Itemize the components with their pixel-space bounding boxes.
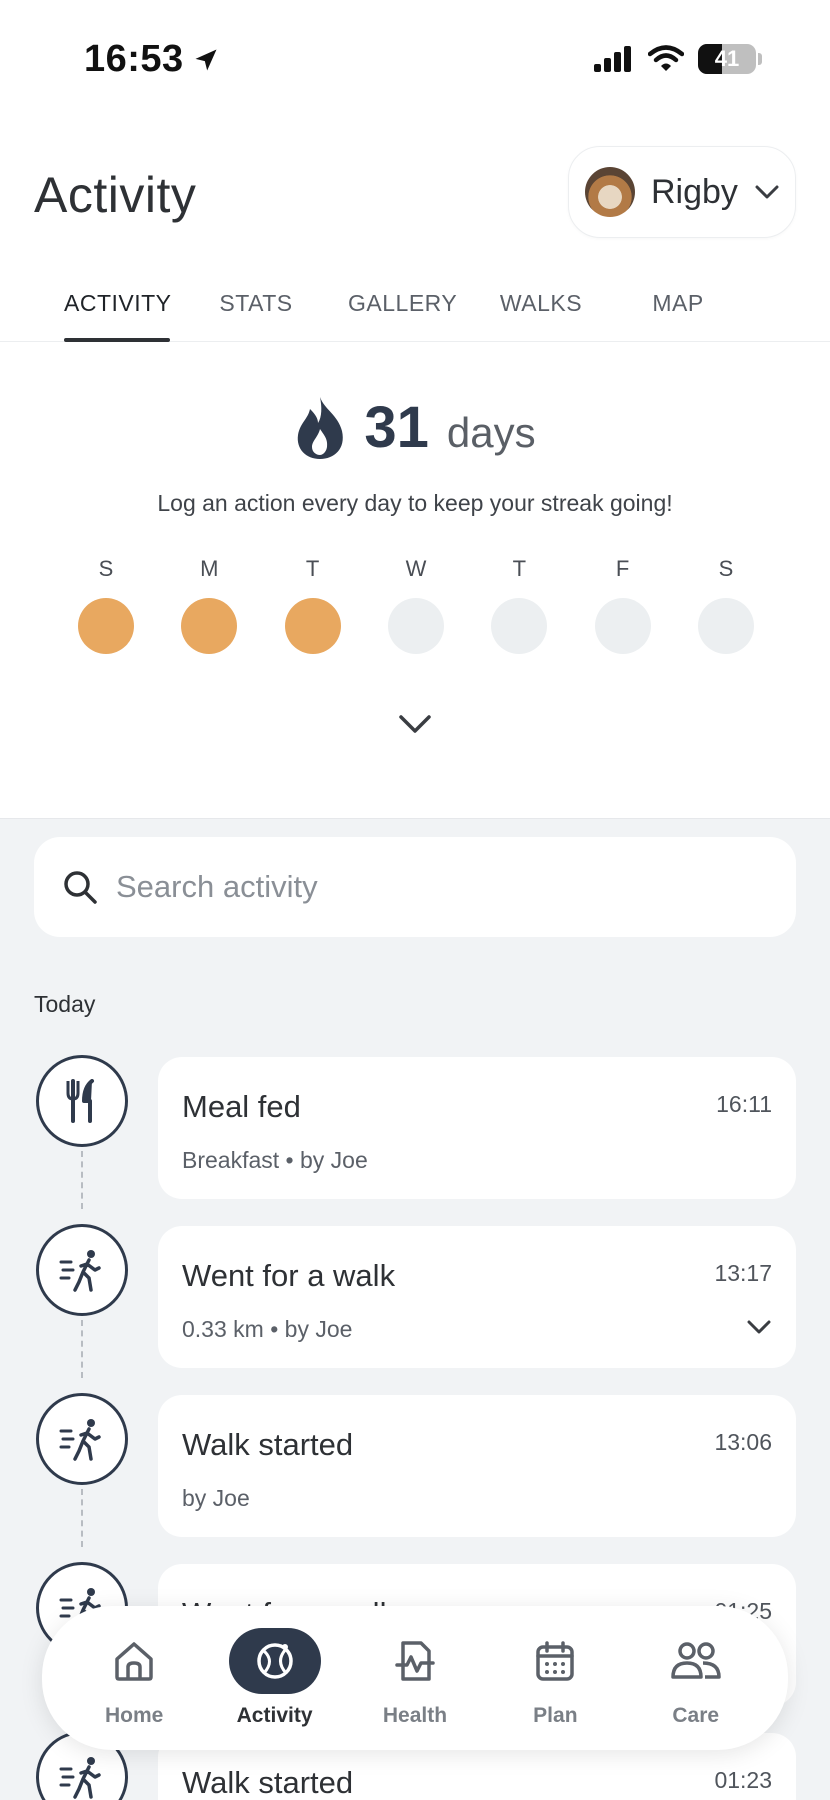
people-icon [650, 1628, 742, 1694]
card-time: 13:17 [714, 1260, 772, 1286]
status-time: 16:53 [84, 38, 220, 81]
tab-map[interactable]: MAP [638, 282, 718, 342]
nav-label: Care [672, 1704, 720, 1727]
status-indicators: 41 [594, 44, 762, 74]
section-label-today: Today [34, 991, 96, 1017]
tab-gallery[interactable]: GALLERY [348, 282, 457, 342]
timeline-item: Went for a walk 13:17 0.33 km • by Joe [0, 1224, 830, 1378]
search-icon [64, 871, 97, 904]
card-title: Walk started [182, 1427, 354, 1462]
wifi-icon [648, 45, 684, 71]
nav-label: Home [105, 1704, 164, 1727]
activity-card[interactable]: Meal fed 16:11 Breakfast • by Joe [158, 1057, 796, 1199]
tab-walks[interactable]: WALKS [496, 282, 586, 342]
day-dot-complete [78, 598, 134, 654]
timeline-connector [81, 1151, 83, 1209]
pet-selector[interactable]: Rigby [568, 146, 796, 238]
streak-day: T [263, 556, 363, 654]
streak-day: W [366, 556, 466, 654]
nav-care[interactable]: Care [634, 1628, 758, 1728]
ball-icon [228, 1628, 321, 1694]
card-time: 13:06 [714, 1429, 772, 1455]
search-input[interactable] [116, 869, 716, 905]
day-label: T [512, 556, 527, 581]
avatar [585, 167, 635, 217]
home-icon [88, 1628, 180, 1694]
day-label: W [405, 556, 427, 581]
streak-day: T [469, 556, 569, 654]
nav-activity[interactable]: Activity [213, 1628, 337, 1728]
timeline-item: Meal fed 16:11 Breakfast • by Joe [0, 1055, 830, 1209]
nav-home[interactable]: Home [72, 1628, 196, 1728]
nav-label: Activity [236, 1704, 313, 1727]
streak-unit: days [446, 409, 536, 456]
nav-label: Plan [533, 1704, 578, 1727]
day-dot-complete [284, 598, 341, 654]
activity-card[interactable]: Walk started 13:06 by Joe [158, 1395, 796, 1537]
card-title: Walk started [182, 1765, 354, 1800]
nav-label: Health [382, 1704, 448, 1727]
streak-day: S [56, 556, 156, 654]
card-time: 01:23 [714, 1767, 772, 1793]
bottom-nav: Home Activity Health Plan Care [42, 1606, 788, 1750]
day-dot-empty [594, 598, 651, 654]
day-label: S [718, 556, 734, 581]
card-title: Went for a walk [182, 1258, 396, 1293]
streak-summary: 31 days [0, 394, 830, 461]
flame-icon [298, 396, 344, 459]
chevron-down-icon [755, 185, 779, 199]
card-subtitle: by Joe [182, 1485, 250, 1511]
nav-plan[interactable]: Plan [493, 1628, 617, 1728]
nav-health[interactable]: Health [353, 1628, 477, 1728]
timeline-item: Walk started 13:06 by Joe [0, 1393, 830, 1547]
chevron-down-icon[interactable] [746, 1318, 772, 1336]
card-subtitle: 0.33 km • by Joe [182, 1316, 353, 1342]
day-dot-complete [181, 598, 238, 654]
day-label: T [305, 556, 320, 581]
location-arrow-icon [195, 49, 217, 70]
streak-day: F [573, 556, 673, 654]
streak-day: S [676, 556, 776, 654]
day-label: M [200, 556, 219, 581]
walk-icon [36, 1393, 128, 1485]
activity-card[interactable]: Went for a walk 13:17 0.33 km • by Joe [158, 1226, 796, 1368]
card-subtitle: Breakfast • by Joe [182, 1147, 368, 1173]
health-icon [369, 1628, 461, 1694]
day-label: S [98, 556, 114, 581]
streak-day: M [159, 556, 259, 654]
card-title: Meal fed [182, 1089, 301, 1124]
tab-activity[interactable]: ACTIVITY [64, 282, 171, 342]
day-dot-empty [491, 598, 548, 654]
walk-icon [36, 1224, 128, 1316]
battery-level: 41 [714, 46, 740, 71]
streak-count: 31 [364, 395, 429, 460]
pet-name: Rigby [651, 172, 738, 211]
signal-icon [594, 46, 631, 72]
status-time-text: 16:53 [84, 38, 184, 80]
card-time: 16:11 [716, 1091, 772, 1117]
tab-bar: ACTIVITY STATS GALLERY WALKS MAP [0, 282, 830, 342]
calendar-icon [509, 1628, 601, 1694]
battery-icon: 41 [698, 44, 756, 74]
timeline-connector [81, 1489, 83, 1547]
cutlery-icon [36, 1055, 128, 1147]
expand-chevron-icon[interactable] [397, 712, 433, 736]
timeline-connector [81, 1320, 83, 1378]
search-bar[interactable] [34, 837, 796, 937]
day-dot-empty [697, 598, 754, 654]
day-dot-empty [387, 598, 444, 654]
tab-stats[interactable]: STATS [214, 282, 298, 342]
battery-cap [758, 53, 762, 65]
streak-hint: Log an action every day to keep your str… [157, 490, 673, 516]
page-title: Activity [34, 167, 197, 223]
status-bar: 16:53 41 [0, 0, 830, 120]
streak-week: S M T W T F S [56, 556, 776, 654]
day-label: F [615, 556, 630, 581]
